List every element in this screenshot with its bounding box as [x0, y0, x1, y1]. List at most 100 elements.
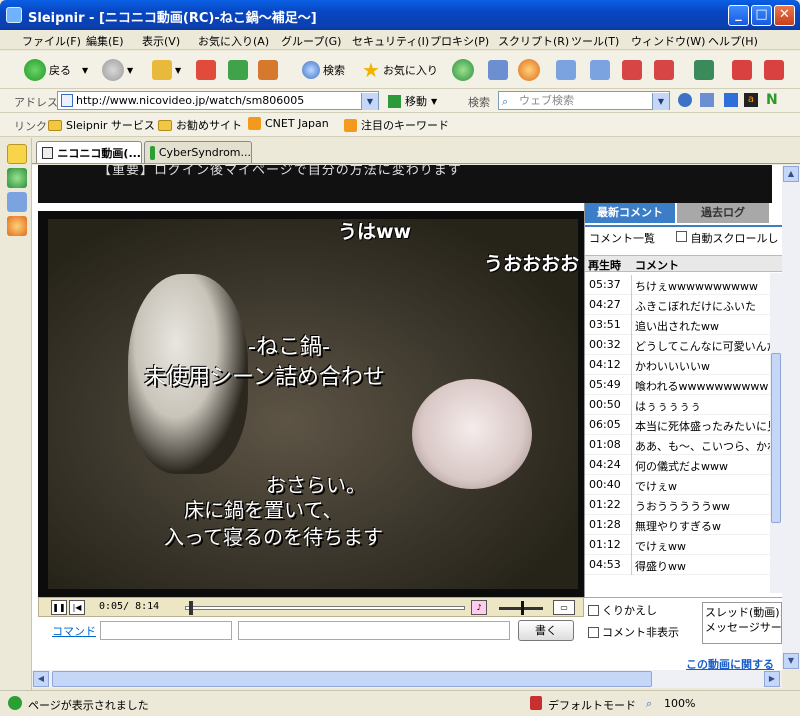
- web-search-input[interactable]: ⌕ ウェブ検索 ▼: [498, 91, 670, 110]
- comment-row[interactable]: 01:28 無理やりすぎるw: [585, 515, 775, 535]
- history-panel-icon[interactable]: [7, 168, 27, 188]
- zoom-level[interactable]: 100%: [664, 697, 695, 710]
- scroll-down-icon[interactable]: ▼: [783, 653, 799, 669]
- scroll-up-icon[interactable]: ▲: [783, 166, 799, 182]
- comment-row[interactable]: 05:37 ちけぇwwwwwwwwww: [585, 275, 775, 295]
- comment-row[interactable]: 05:49 喰われるwwwwwwwwww: [585, 375, 775, 395]
- forward-button[interactable]: ▼: [102, 57, 133, 83]
- menu-favorites[interactable]: お気に入り(A): [198, 33, 269, 49]
- comment-row[interactable]: 00:40 でけぇw: [585, 475, 775, 495]
- address-input[interactable]: http://www.nicovideo.jp/watch/sm806005 ▼: [57, 91, 379, 110]
- search-button[interactable]: 検索: [302, 57, 345, 83]
- checkbox-box[interactable]: [676, 231, 687, 242]
- back-button[interactable]: 戻る ▼: [24, 57, 88, 83]
- menu-view[interactable]: 表示(V): [142, 33, 180, 49]
- link-sleipnir-service[interactable]: Sleipnir サービス: [48, 117, 155, 133]
- related-video-link[interactable]: この動画に関する: [686, 656, 774, 670]
- rss-panel-icon[interactable]: [7, 216, 27, 236]
- link-keywords[interactable]: 注目のキーワード: [344, 117, 449, 133]
- search-go-icon[interactable]: [678, 93, 692, 107]
- close-others-button[interactable]: [654, 57, 674, 83]
- menu-edit[interactable]: 編集(E): [86, 33, 124, 49]
- tab-cybersyndrome[interactable]: CyberSyndrom...: [144, 141, 252, 163]
- volume-handle[interactable]: [521, 601, 524, 615]
- maximize-button[interactable]: □: [751, 5, 772, 26]
- rewind-icon[interactable]: |◀: [69, 600, 85, 615]
- link-cnet[interactable]: CNET Japan: [248, 117, 329, 130]
- rss-button[interactable]: [518, 57, 540, 83]
- checkbox-box[interactable]: [588, 604, 599, 616]
- menu-security[interactable]: セキュリティ(I): [352, 33, 429, 49]
- page-horizontal-scrollbar[interactable]: ◀ ▶: [32, 670, 782, 688]
- link-recommended[interactable]: お勧めサイト: [158, 117, 242, 133]
- scroll-right-icon[interactable]: ▶: [764, 671, 780, 687]
- col-comment[interactable]: コメント: [635, 257, 679, 273]
- translate-back-button[interactable]: [764, 57, 784, 83]
- tile-button[interactable]: [590, 57, 610, 83]
- comment-row[interactable]: 04:27 ふきこぼれだけにふいた: [585, 295, 775, 315]
- favorites-panel-icon[interactable]: [7, 144, 27, 164]
- comment-row[interactable]: 01:22 うおうううううww: [585, 495, 775, 515]
- home-button[interactable]: [258, 57, 278, 83]
- tab-nicovideo[interactable]: ニコニコ動画(...: [36, 141, 142, 163]
- tab-latest-comments[interactable]: 最新コメント: [585, 203, 675, 223]
- seek-bar[interactable]: [185, 601, 465, 615]
- comment-input[interactable]: [238, 621, 510, 640]
- comment-row[interactable]: 04:12 かわいいいいw: [585, 355, 775, 375]
- comment-row[interactable]: 04:53 得盛りww: [585, 555, 775, 575]
- comment-row[interactable]: 00:50 はぅぅぅぅぅ: [585, 395, 775, 415]
- menu-window[interactable]: ウィンドウ(W): [631, 33, 705, 49]
- tree-button[interactable]: [488, 57, 508, 83]
- menu-help[interactable]: ヘルプ(H): [708, 33, 758, 49]
- pen-icon[interactable]: [724, 93, 738, 107]
- page-vertical-scrollbar[interactable]: ▲ ▼: [782, 165, 800, 670]
- fullscreen-button[interactable]: [694, 57, 714, 83]
- translate-button[interactable]: [732, 57, 752, 83]
- history-button[interactable]: [452, 57, 474, 83]
- scrollbar-thumb[interactable]: [52, 671, 652, 687]
- n-icon[interactable]: N: [766, 92, 778, 108]
- fullscreen-icon[interactable]: ▭: [553, 600, 575, 615]
- cascade-button[interactable]: [556, 57, 576, 83]
- checkbox-box[interactable]: [588, 626, 599, 638]
- comment-row[interactable]: 01:08 ああ、も～、こいつら、かわい: [585, 435, 775, 455]
- submit-comment-button[interactable]: 書く: [518, 620, 574, 641]
- menu-tools[interactable]: ツール(T): [571, 33, 619, 49]
- comment-row[interactable]: 01:12 でけぇww: [585, 535, 775, 555]
- amazon-icon[interactable]: a: [744, 93, 758, 107]
- stop-button[interactable]: [196, 57, 216, 83]
- favorites-button[interactable]: ★ お気に入り: [362, 57, 438, 83]
- tab-past-log[interactable]: 過去ログ: [677, 203, 769, 223]
- close-button[interactable]: ✕: [774, 5, 795, 26]
- highlight-icon[interactable]: [700, 93, 714, 107]
- comment-scrollbar[interactable]: [770, 273, 782, 593]
- menu-group[interactable]: グループ(G): [281, 33, 341, 49]
- go-button[interactable]: 移動 ▼: [388, 93, 437, 109]
- comment-row[interactable]: 03:51 追い出されたww: [585, 315, 775, 335]
- repeat-checkbox[interactable]: くりかえし: [588, 602, 657, 618]
- close-all-button[interactable]: [622, 57, 642, 83]
- chevron-down-icon[interactable]: ▼: [652, 93, 669, 110]
- refresh-button[interactable]: [228, 57, 248, 83]
- col-time[interactable]: 再生時: [588, 257, 621, 273]
- scrollbar-thumb[interactable]: [771, 353, 781, 523]
- comment-row[interactable]: 04:24 何の儀式だよwww: [585, 455, 775, 475]
- security-mode[interactable]: デフォルトモード: [548, 697, 636, 713]
- up-button[interactable]: ▼: [152, 57, 181, 83]
- seek-handle[interactable]: [188, 601, 193, 615]
- mute-icon[interactable]: ♪: [471, 600, 487, 615]
- comment-row[interactable]: 00:32 どうしてこんなに可愛いんだ: [585, 335, 775, 355]
- minimize-button[interactable]: _: [728, 5, 749, 26]
- scroll-left-icon[interactable]: ◀: [33, 671, 49, 687]
- pause-icon[interactable]: ❚❚: [51, 600, 67, 615]
- command-link[interactable]: コマンド: [52, 623, 96, 639]
- comment-row[interactable]: 06:05 本当に死体盛ったみたいに見: [585, 415, 775, 435]
- chevron-down-icon[interactable]: ▼: [361, 93, 378, 110]
- tree-panel-icon[interactable]: [7, 192, 27, 212]
- hide-comments-checkbox[interactable]: コメント非表示: [588, 624, 679, 640]
- menu-proxy[interactable]: プロキシ(P): [430, 33, 489, 49]
- autoscroll-checkbox[interactable]: 自動スクロールし: [676, 230, 779, 246]
- video-player[interactable]: -ねこ鍋- 未使用シーン詰め合わせ おさらい。 床に鍋を置いて、 入って寝るのを…: [38, 211, 584, 597]
- menu-script[interactable]: スクリプト(R): [498, 33, 569, 49]
- command-input[interactable]: [100, 621, 232, 640]
